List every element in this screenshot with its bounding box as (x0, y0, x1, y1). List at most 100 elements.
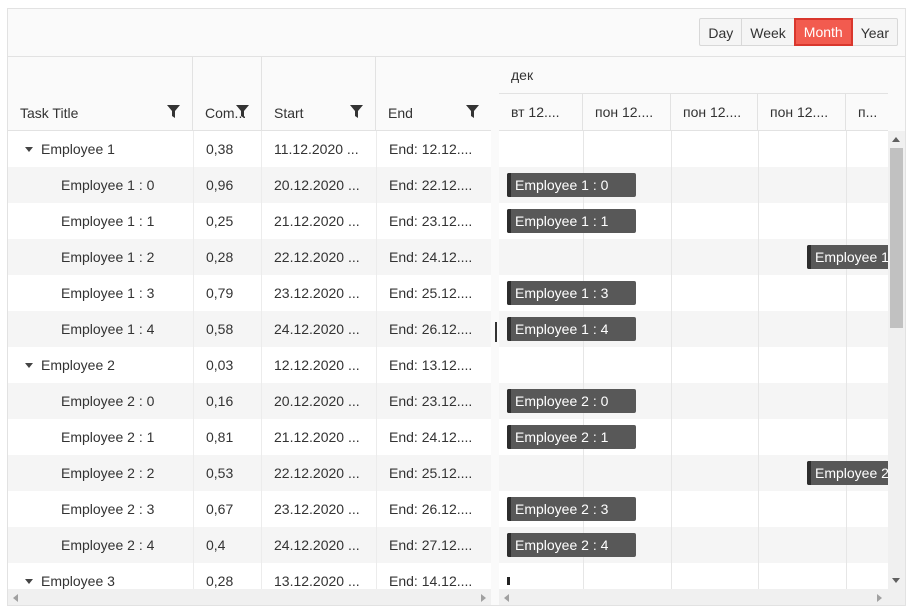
task-bar[interactable]: Employee 1 : 2 (807, 245, 888, 269)
end-cell: End: 23.12.... (389, 213, 473, 229)
end-cell: End: 24.12.... (389, 429, 473, 445)
task-title-text: Employee 2 : 3 (61, 501, 155, 517)
task-bar[interactable]: Employee 1 : 1 (507, 209, 636, 233)
table-row[interactable]: Employee 1 : 2 0,28 22.12.2020 ... End: 24.… (8, 239, 491, 275)
end-cell: End: 26.12.... (389, 501, 473, 517)
table-row[interactable]: Employee 2 : 0 0,16 20.12.2020 ... End: 23.… (8, 383, 491, 419)
filter-icon[interactable] (167, 105, 180, 118)
start-cell: 22.12.2020 ... (262, 239, 377, 275)
timeline-day-header: пон 12.... (671, 94, 758, 130)
table-row[interactable]: Employee 1 : 1 0,25 21.12.2020 ... End: 23.… (8, 203, 491, 239)
scroll-up-icon[interactable] (892, 137, 900, 142)
task-bar-label: Employee 2 : 3 (515, 501, 609, 517)
task-title-cell: Employee 1 : 1 (8, 203, 194, 239)
start-cell: 23.12.2020 ... (262, 275, 377, 311)
task-bar[interactable]: Employee 2 : 0 (507, 389, 636, 413)
table-row[interactable]: Employee 2 : 4 0,4 24.12.2020 ... End: 27.1… (8, 527, 491, 563)
expand-collapse-icon[interactable] (25, 578, 33, 584)
table-row[interactable]: Employee 2 : 2 0,53 22.12.2020 ... End: 25.… (8, 455, 491, 491)
task-bar[interactable]: Employee 2 : 1 (507, 425, 636, 449)
view-day-button[interactable]: Day (699, 18, 743, 46)
task-title-cell: Employee 1 : 2 (8, 239, 194, 275)
task-title-text: Employee 1 : 3 (61, 285, 155, 301)
vertical-scrollbar[interactable] (888, 131, 905, 589)
column-header-label: Task Title (20, 105, 79, 121)
day-gridline (671, 131, 672, 589)
filter-icon[interactable] (350, 105, 363, 118)
complete-cell: 0,58 (194, 311, 262, 347)
end-cell: End: 23.12.... (389, 393, 473, 409)
timeline-horizontal-scrollbar[interactable] (499, 589, 905, 605)
timeline-row (499, 131, 888, 167)
timeline-day-header: пон 12.... (758, 94, 846, 130)
column-header-task-title[interactable]: Task Title (8, 57, 193, 131)
scroll-down-icon[interactable] (892, 578, 900, 583)
task-bar[interactable]: Employee 1 : 3 (507, 281, 636, 305)
table-row[interactable]: Employee 2 0,03 12.12.2020 ... End: 13.12..… (8, 347, 491, 383)
scroll-left-icon[interactable] (504, 594, 509, 602)
view-week-button[interactable]: Week (741, 18, 795, 46)
task-bar[interactable]: Employee 2 : 3 (507, 497, 636, 521)
task-title-text: Employee 2 : 2 (61, 465, 155, 481)
start-cell: 20.12.2020 ... (262, 383, 377, 419)
task-bar[interactable]: Employee 1 : 0 (507, 173, 636, 197)
task-title-text: Employee 1 (41, 141, 115, 157)
table-row[interactable]: Employee 1 0,38 11.12.2020 ... End: 12.12..… (8, 131, 491, 167)
task-progress-fill (507, 425, 511, 449)
task-title-text: Employee 2 (41, 357, 115, 373)
timeline-body: Employee 1 : 0 Employee 1 : 1 Employee 1 :… (499, 131, 888, 589)
view-switcher: Day Week Month Year (699, 18, 898, 46)
task-bar[interactable]: Employee 2 : 2 (807, 461, 888, 485)
view-year-button[interactable]: Year (851, 18, 898, 46)
column-header-label: End (388, 105, 413, 121)
task-title-text: Employee 1 : 2 (61, 249, 155, 265)
task-bar-label: Employee 1 : 3 (515, 285, 609, 301)
task-title-text: Employee 3 (41, 573, 115, 589)
task-progress-fill (507, 497, 511, 521)
vertical-scroll-thumb[interactable] (890, 148, 903, 328)
task-title-cell: Employee 1 (8, 131, 194, 167)
end-cell: End: 24.12.... (389, 249, 473, 265)
column-header-start[interactable]: Start (262, 57, 376, 131)
filter-icon[interactable] (236, 105, 249, 118)
complete-cell: 0,79 (194, 275, 262, 311)
expand-collapse-icon[interactable] (25, 362, 33, 368)
table-row[interactable]: Employee 1 : 4 0,58 24.12.2020 ... End: 26.… (8, 311, 491, 347)
task-progress-fill (807, 245, 811, 269)
task-title-cell: Employee 1 : 3 (8, 275, 194, 311)
view-month-button[interactable]: Month (793, 18, 853, 46)
table-row[interactable]: Employee 1 : 3 0,79 23.12.2020 ... End: 25.… (8, 275, 491, 311)
task-bar[interactable]: Employee 1 : 4 (507, 317, 636, 341)
month-label: дек (511, 67, 534, 83)
start-cell: 13.12.2020 ... (262, 563, 377, 589)
column-header-end[interactable]: End (376, 57, 491, 131)
timeline-month-header: дек (499, 57, 888, 94)
table-row[interactable]: Employee 2 : 3 0,67 23.12.2020 ... End: 26.… (8, 491, 491, 527)
grid-horizontal-scrollbar[interactable] (8, 589, 491, 605)
complete-cell: 0,28 (194, 563, 262, 589)
pane-splitter[interactable] (491, 57, 499, 605)
column-header-complete[interactable]: Com... (193, 57, 262, 131)
complete-cell: 0,53 (194, 455, 262, 491)
timeline-day-header: п... (858, 104, 878, 120)
task-bar-label: Employee 2 : 1 (515, 429, 609, 445)
start-cell: 11.12.2020 ... (262, 131, 377, 167)
table-row[interactable]: Employee 2 : 1 0,81 21.12.2020 ... End: 24.… (8, 419, 491, 455)
summary-task-marker[interactable] (507, 577, 510, 585)
timeline-row (499, 563, 888, 589)
task-title-text: Employee 2 : 4 (61, 537, 155, 553)
complete-cell: 0,25 (194, 203, 262, 239)
table-row[interactable]: Employee 3 0,28 13.12.2020 ... End: 14.12..… (8, 563, 491, 589)
task-progress-fill (507, 533, 511, 557)
end-cell: End: 22.12.... (389, 177, 473, 193)
timeline-day-header: вт 12.... (499, 94, 583, 130)
scroll-right-icon[interactable] (877, 594, 882, 602)
splitter-handle[interactable] (495, 322, 497, 342)
table-row[interactable]: Employee 1 : 0 0,96 20.12.2020 ... End: 22.… (8, 167, 491, 203)
end-cell: End: 14.12.... (389, 573, 473, 589)
expand-collapse-icon[interactable] (25, 146, 33, 152)
task-bar[interactable]: Employee 2 : 4 (507, 533, 636, 557)
filter-icon[interactable] (466, 105, 479, 118)
scroll-right-icon[interactable] (481, 594, 486, 602)
scroll-left-icon[interactable] (13, 594, 18, 602)
